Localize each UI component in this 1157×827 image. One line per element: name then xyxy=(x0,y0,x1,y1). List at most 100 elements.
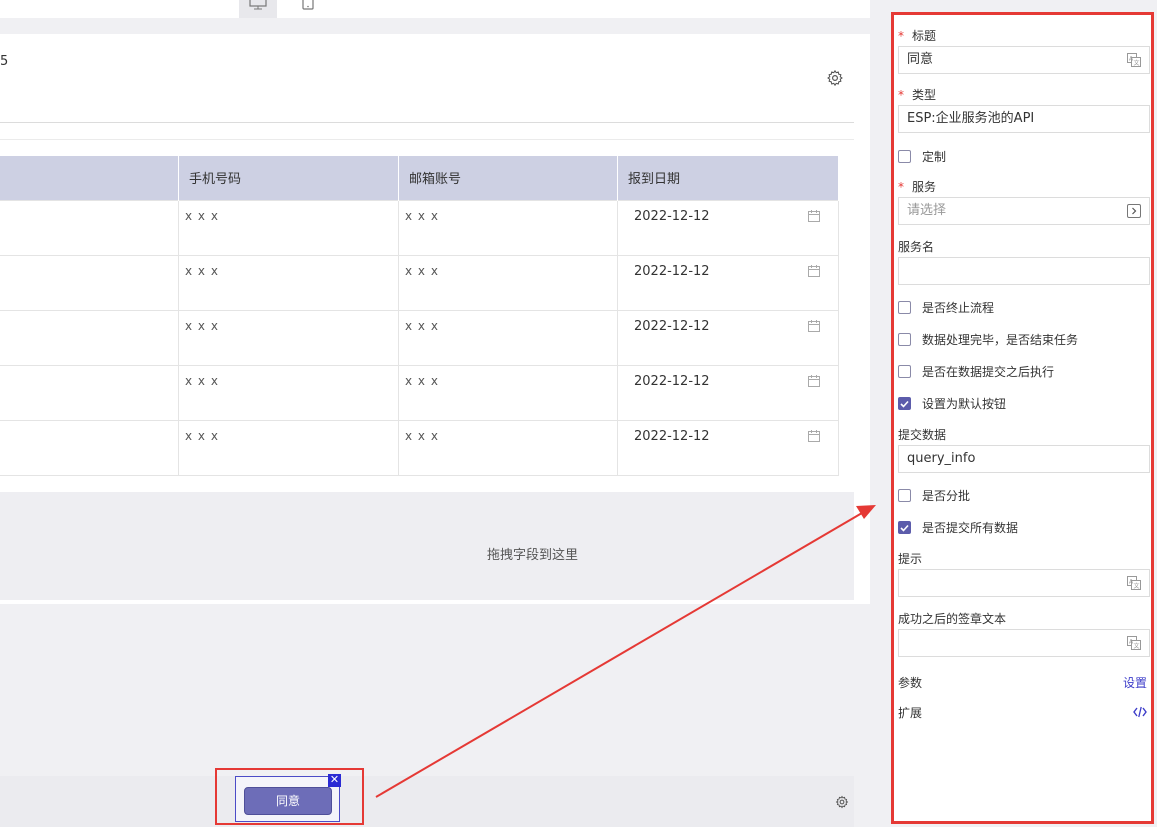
batch-checkbox[interactable]: 是否分批 xyxy=(898,487,970,504)
check-icon xyxy=(900,400,909,408)
check-icon xyxy=(900,524,909,532)
title-input[interactable]: 同意 A文 xyxy=(898,46,1150,74)
checkbox-box[interactable] xyxy=(898,397,911,410)
email-cell[interactable]: x x x xyxy=(398,309,618,366)
card-title: 5 xyxy=(0,54,9,69)
table-row: x x x x x x 2022-12-12 xyxy=(0,419,839,476)
phone-cell[interactable]: x x x xyxy=(178,419,399,476)
remove-component-icon[interactable]: ✕ xyxy=(328,774,341,787)
name-cell[interactable] xyxy=(0,254,179,311)
email-cell[interactable]: x x x xyxy=(398,419,618,476)
column-header-date: 报到日期 xyxy=(617,156,839,200)
phone-cell[interactable]: x x x xyxy=(178,364,399,421)
service-name-input[interactable] xyxy=(898,257,1150,285)
date-value: 2022-12-12 xyxy=(634,263,710,279)
hint-label: 提示 xyxy=(898,552,923,566)
email-cell[interactable]: x x x xyxy=(398,254,618,311)
code-icon[interactable] xyxy=(1133,706,1147,718)
checkbox-label: 设置为默认按钮 xyxy=(922,397,1007,411)
dropzone-hint: 拖拽字段到这里 xyxy=(486,548,578,563)
checkbox-label: 是否分批 xyxy=(922,489,971,503)
service-name-label: 服务名 xyxy=(898,240,935,254)
submit-all-checkbox[interactable]: 是否提交所有数据 xyxy=(898,519,1018,536)
label-text: 标题 xyxy=(912,29,937,43)
label-text: 服务 xyxy=(912,180,937,194)
title-field-label: * 标题 xyxy=(898,27,936,44)
checkbox-label: 是否终止流程 xyxy=(922,301,995,315)
service-select[interactable]: 请选择 xyxy=(898,197,1150,225)
mobile-view-button[interactable] xyxy=(289,0,327,18)
calendar-icon[interactable] xyxy=(808,429,820,442)
label-text: 类型 xyxy=(912,88,937,102)
checkbox-box[interactable] xyxy=(898,365,911,378)
checkbox-box[interactable] xyxy=(898,150,911,163)
date-cell[interactable]: 2022-12-12 xyxy=(617,254,839,311)
divider xyxy=(0,122,854,123)
checkbox-label: 数据处理完毕，是否结束任务 xyxy=(922,333,1079,347)
table-row: x x x x x x 2022-12-12 xyxy=(0,254,839,311)
chevron-right-icon[interactable] xyxy=(1127,204,1141,218)
date-cell[interactable]: 2022-12-12 xyxy=(617,364,839,421)
name-cell[interactable] xyxy=(0,199,179,256)
checkbox-box[interactable] xyxy=(898,489,911,502)
name-cell[interactable] xyxy=(0,419,179,476)
params-label: 参数 xyxy=(898,676,923,690)
after-submit-checkbox[interactable]: 是否在数据提交之后执行 xyxy=(898,363,1054,380)
translate-icon[interactable]: A文 xyxy=(1127,576,1141,590)
finish-task-checkbox[interactable]: 数据处理完毕，是否结束任务 xyxy=(898,331,1078,348)
date-cell[interactable]: 2022-12-12 xyxy=(617,309,839,366)
name-cell[interactable] xyxy=(0,364,179,421)
checkbox-label: 是否提交所有数据 xyxy=(922,521,1019,535)
name-cell[interactable] xyxy=(0,309,179,366)
required-mark: * xyxy=(898,29,904,43)
service-field-label: * 服务 xyxy=(898,178,936,195)
date-cell[interactable]: 2022-12-12 xyxy=(617,199,839,256)
date-cell[interactable]: 2022-12-12 xyxy=(617,419,839,476)
custom-checkbox[interactable]: 定制 xyxy=(898,148,946,165)
divider xyxy=(0,139,854,140)
calendar-icon[interactable] xyxy=(808,319,820,332)
type-select[interactable]: ESP:企业服务池的API xyxy=(898,105,1150,133)
required-mark: * xyxy=(898,88,904,102)
translate-icon[interactable]: A文 xyxy=(1127,636,1141,650)
button-bar xyxy=(0,776,854,827)
phone-cell[interactable]: x x x xyxy=(178,309,399,366)
submit-data-input[interactable]: query_info xyxy=(898,445,1150,473)
checkbox-box[interactable] xyxy=(898,333,911,346)
svg-text:文: 文 xyxy=(1134,582,1140,590)
gear-icon[interactable] xyxy=(826,69,844,87)
calendar-icon[interactable] xyxy=(808,209,820,222)
success-text-input[interactable]: A文 xyxy=(898,629,1150,657)
calendar-icon[interactable] xyxy=(808,264,820,277)
svg-text:文: 文 xyxy=(1134,642,1140,650)
data-table: 名称 手机号码 邮箱账号 报到日期 x x x x x x 2022-12-12… xyxy=(0,156,839,476)
desktop-view-button[interactable] xyxy=(239,0,277,18)
properties-panel: * 标题 同意 A文 * 类型 ESP:企业服务池的API 定制 * 服务 请选择 服… xyxy=(891,12,1154,824)
email-cell[interactable]: x x x xyxy=(398,364,618,421)
checkbox-label: 定制 xyxy=(922,150,947,164)
checkbox-box[interactable] xyxy=(898,301,911,314)
agree-button[interactable]: 同意 xyxy=(244,787,332,815)
field-dropzone[interactable]: 拖拽字段到这里 xyxy=(0,492,854,600)
phone-cell[interactable]: x x x xyxy=(178,199,399,256)
table-row: x x x x x x 2022-12-12 xyxy=(0,364,839,421)
calendar-icon[interactable] xyxy=(808,374,820,387)
gear-icon[interactable] xyxy=(835,795,849,809)
terminate-checkbox[interactable]: 是否终止流程 xyxy=(898,299,994,316)
checkbox-box[interactable] xyxy=(898,521,911,534)
translate-icon[interactable]: A文 xyxy=(1127,53,1141,67)
email-cell[interactable]: x x x xyxy=(398,199,618,256)
date-value: 2022-12-12 xyxy=(634,428,710,444)
service-placeholder: 请选择 xyxy=(907,203,947,218)
table-header-row: 名称 手机号码 邮箱账号 报到日期 xyxy=(0,156,839,200)
extend-label: 扩展 xyxy=(898,706,923,720)
date-value: 2022-12-12 xyxy=(634,318,710,334)
default-button-checkbox[interactable]: 设置为默认按钮 xyxy=(898,395,1006,412)
table-row: x x x x x x 2022-12-12 xyxy=(0,309,839,366)
monitor-icon xyxy=(249,0,267,10)
hint-input[interactable]: A文 xyxy=(898,569,1150,597)
submit-data-label: 提交数据 xyxy=(898,428,947,442)
phone-cell[interactable]: x x x xyxy=(178,254,399,311)
params-settings-link[interactable]: 设置 xyxy=(1123,674,1147,691)
type-field-label: * 类型 xyxy=(898,86,936,103)
